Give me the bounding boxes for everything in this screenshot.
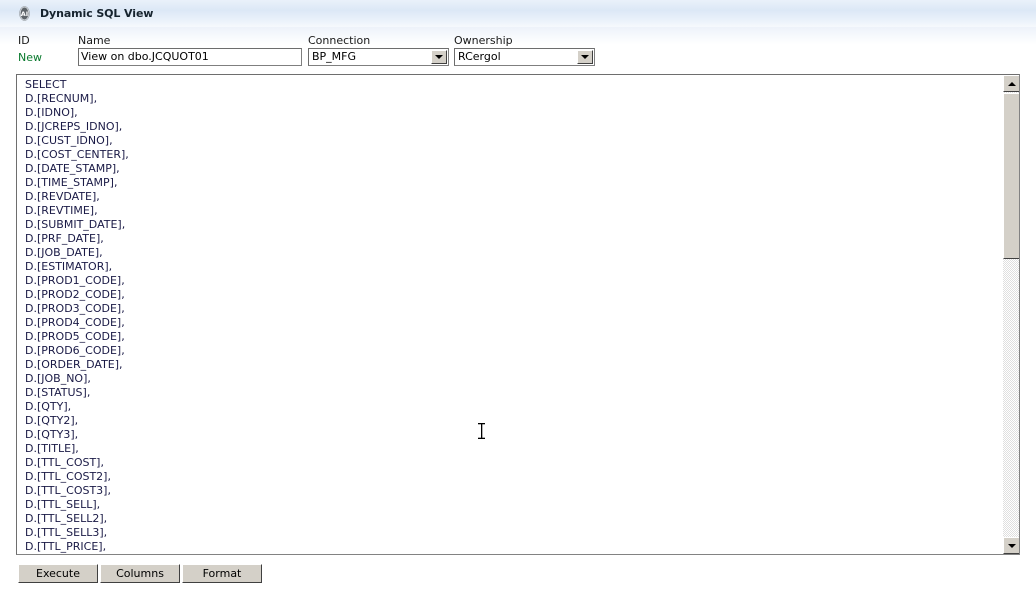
editor-vertical-scrollbar[interactable] [1002,75,1019,554]
field-group-ownership: Ownership RCergol [454,34,595,66]
connection-label: Connection [308,34,371,47]
form-row: ID New Name View on dbo.JCQUOT01 Connect… [0,34,1036,68]
name-label: Name [78,34,111,47]
app-logo-icon: AI [17,6,32,21]
window-title-bar: AI Dynamic SQL View [0,0,1036,27]
action-button-bar: Execute Columns Format [18,564,264,583]
execute-button[interactable]: Execute [18,564,98,583]
columns-button[interactable]: Columns [100,564,180,583]
field-group-id: ID New [18,34,73,66]
scroll-down-icon[interactable] [1003,537,1019,554]
chevron-down-icon[interactable] [431,50,447,64]
window-title: Dynamic SQL View [40,7,154,20]
connection-select[interactable]: BP_MFG [308,48,449,66]
scroll-up-icon[interactable] [1003,75,1019,92]
scrollbar-thumb[interactable] [1003,93,1019,259]
ownership-select[interactable]: RCergol [454,48,595,66]
connection-selected-value: BP_MFG [312,50,357,63]
chevron-down-icon[interactable] [577,50,593,64]
sql-editor-textarea[interactable]: SELECT D.[RECNUM], D.[IDNO], D.[JCREPS_I… [17,75,1002,554]
ownership-selected-value: RCergol [458,50,501,63]
name-input[interactable]: View on dbo.JCQUOT01 [78,48,302,66]
svg-text:AI: AI [21,10,28,18]
ownership-label: Ownership [454,34,513,47]
field-group-connection: Connection BP_MFG [308,34,449,66]
id-value: New [18,51,42,64]
id-label: ID [18,34,30,47]
sql-editor-panel: SELECT D.[RECNUM], D.[IDNO], D.[JCREPS_I… [16,74,1020,555]
field-group-name: Name View on dbo.JCQUOT01 [78,34,302,66]
format-button[interactable]: Format [182,564,262,583]
